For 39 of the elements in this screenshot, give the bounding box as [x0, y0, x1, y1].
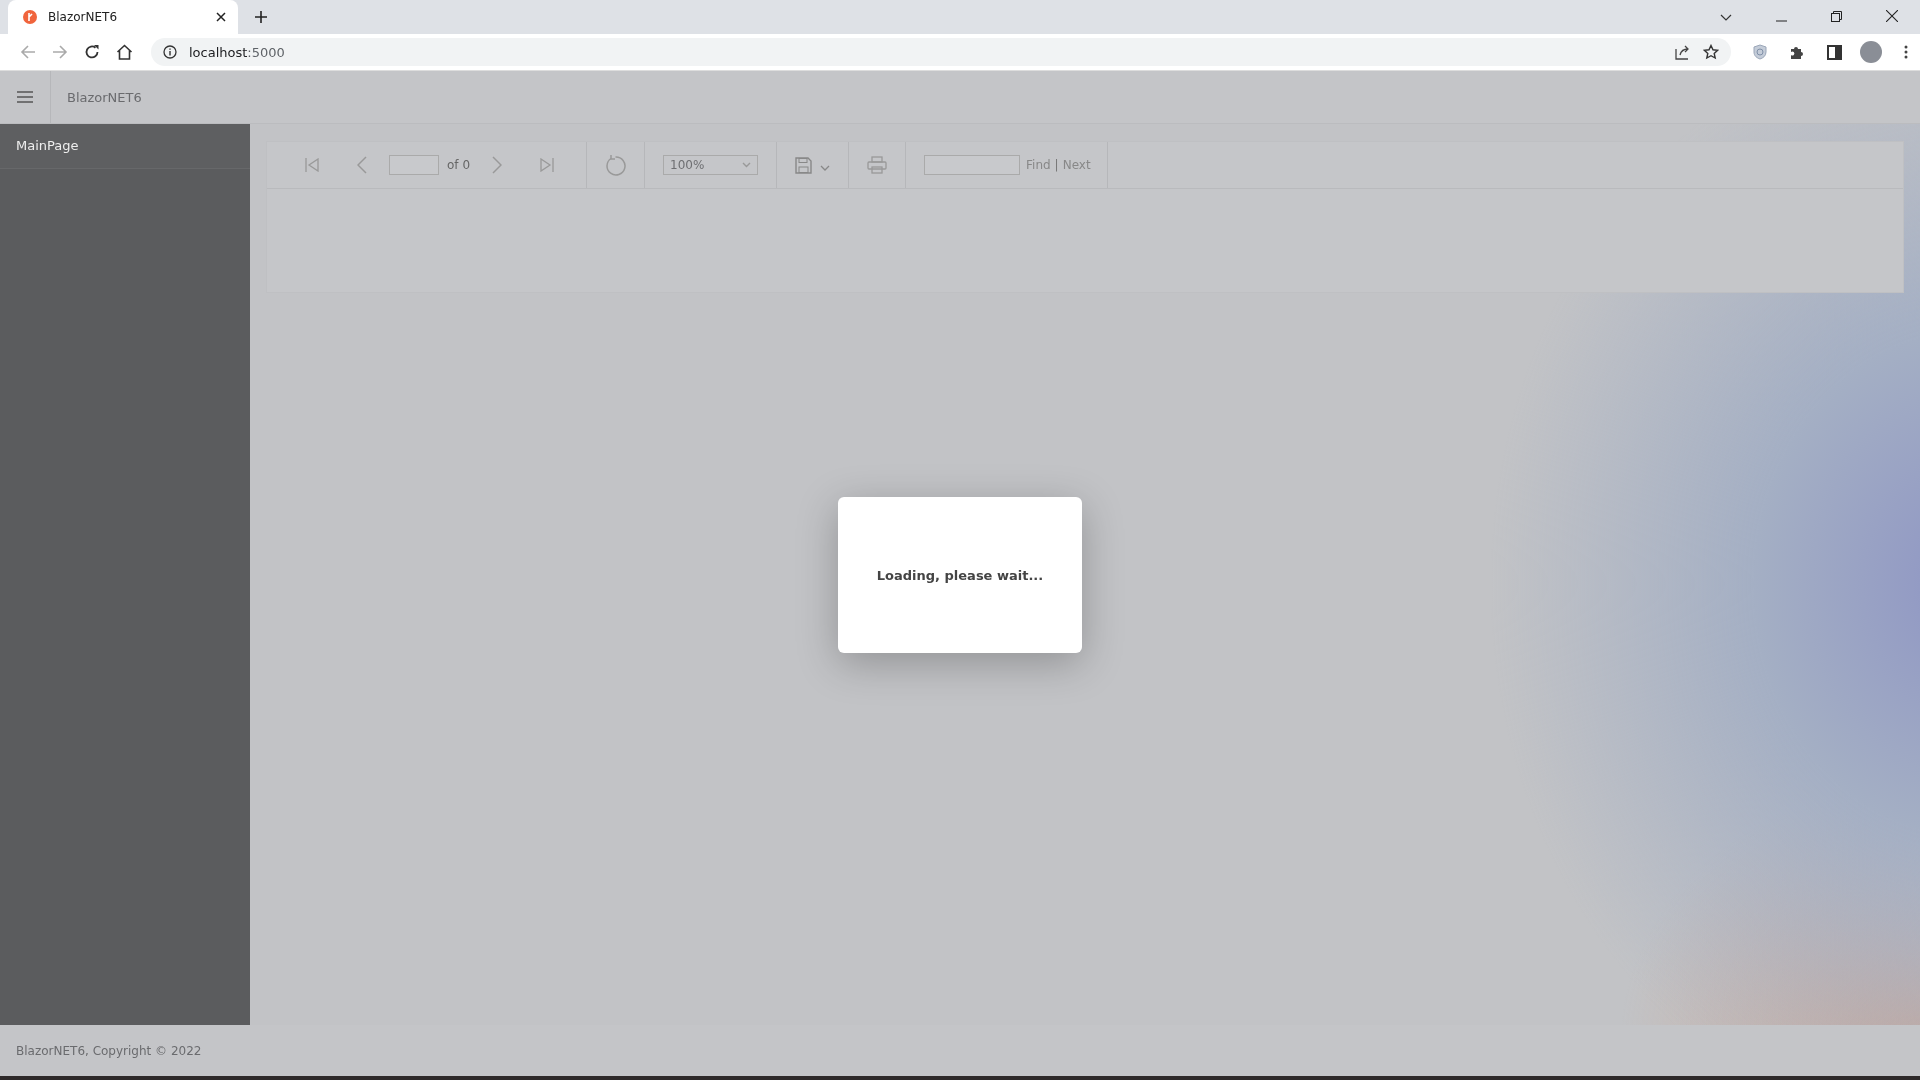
new-tab-icon[interactable] — [254, 10, 268, 24]
tab-search-chevron-icon[interactable] — [1720, 14, 1732, 22]
forward-arrow-icon[interactable] — [52, 44, 68, 60]
close-icon[interactable] — [216, 12, 226, 22]
shield-icon[interactable] — [1753, 44, 1767, 60]
side-panel-icon[interactable] — [1827, 44, 1842, 60]
tab-title: BlazorNET6 — [48, 10, 119, 24]
chevron-down-icon — [742, 162, 751, 168]
info-icon — [163, 45, 177, 59]
copyright-text: BlazorNET6, Copyright © 2022 — [16, 1043, 202, 1058]
close-icon[interactable] — [1886, 10, 1898, 22]
address-bar[interactable]: localhost:5000 — [151, 38, 1731, 66]
more-menu-icon[interactable] — [1904, 45, 1908, 59]
caret-icon[interactable] — [820, 165, 830, 171]
zoom-dropdown[interactable]: 100% — [663, 155, 758, 175]
browser-tab[interactable]: BlazorNET6 — [8, 0, 238, 34]
search-field[interactable] — [924, 155, 1020, 175]
last-page-icon[interactable] — [538, 158, 554, 172]
previous-page-icon[interactable] — [357, 156, 367, 174]
back-arrow-icon[interactable] — [20, 44, 36, 60]
puzzle-piece-icon[interactable] — [1789, 44, 1805, 60]
page-count: of 0 — [447, 158, 470, 172]
profile-avatar[interactable] — [1860, 41, 1882, 63]
restore-icon[interactable] — [1831, 11, 1842, 22]
next-page-icon[interactable] — [492, 156, 502, 174]
site-favicon-icon — [22, 9, 38, 25]
link-separator: | — [1054, 158, 1059, 172]
refresh-icon[interactable] — [605, 154, 626, 176]
menu-icon[interactable] — [17, 91, 33, 103]
app-title: BlazorNET6 — [67, 89, 142, 105]
share-icon[interactable] — [1675, 44, 1691, 60]
first-page-icon[interactable] — [305, 158, 321, 172]
home-icon[interactable] — [116, 44, 133, 60]
print-icon[interactable] — [867, 156, 887, 174]
star-icon[interactable] — [1703, 44, 1719, 60]
page-number-field[interactable] — [389, 155, 439, 175]
url-text: localhost:5000 — [189, 44, 285, 60]
reload-icon[interactable] — [84, 44, 100, 60]
loading-message: Loading, please wait... — [876, 567, 1044, 583]
